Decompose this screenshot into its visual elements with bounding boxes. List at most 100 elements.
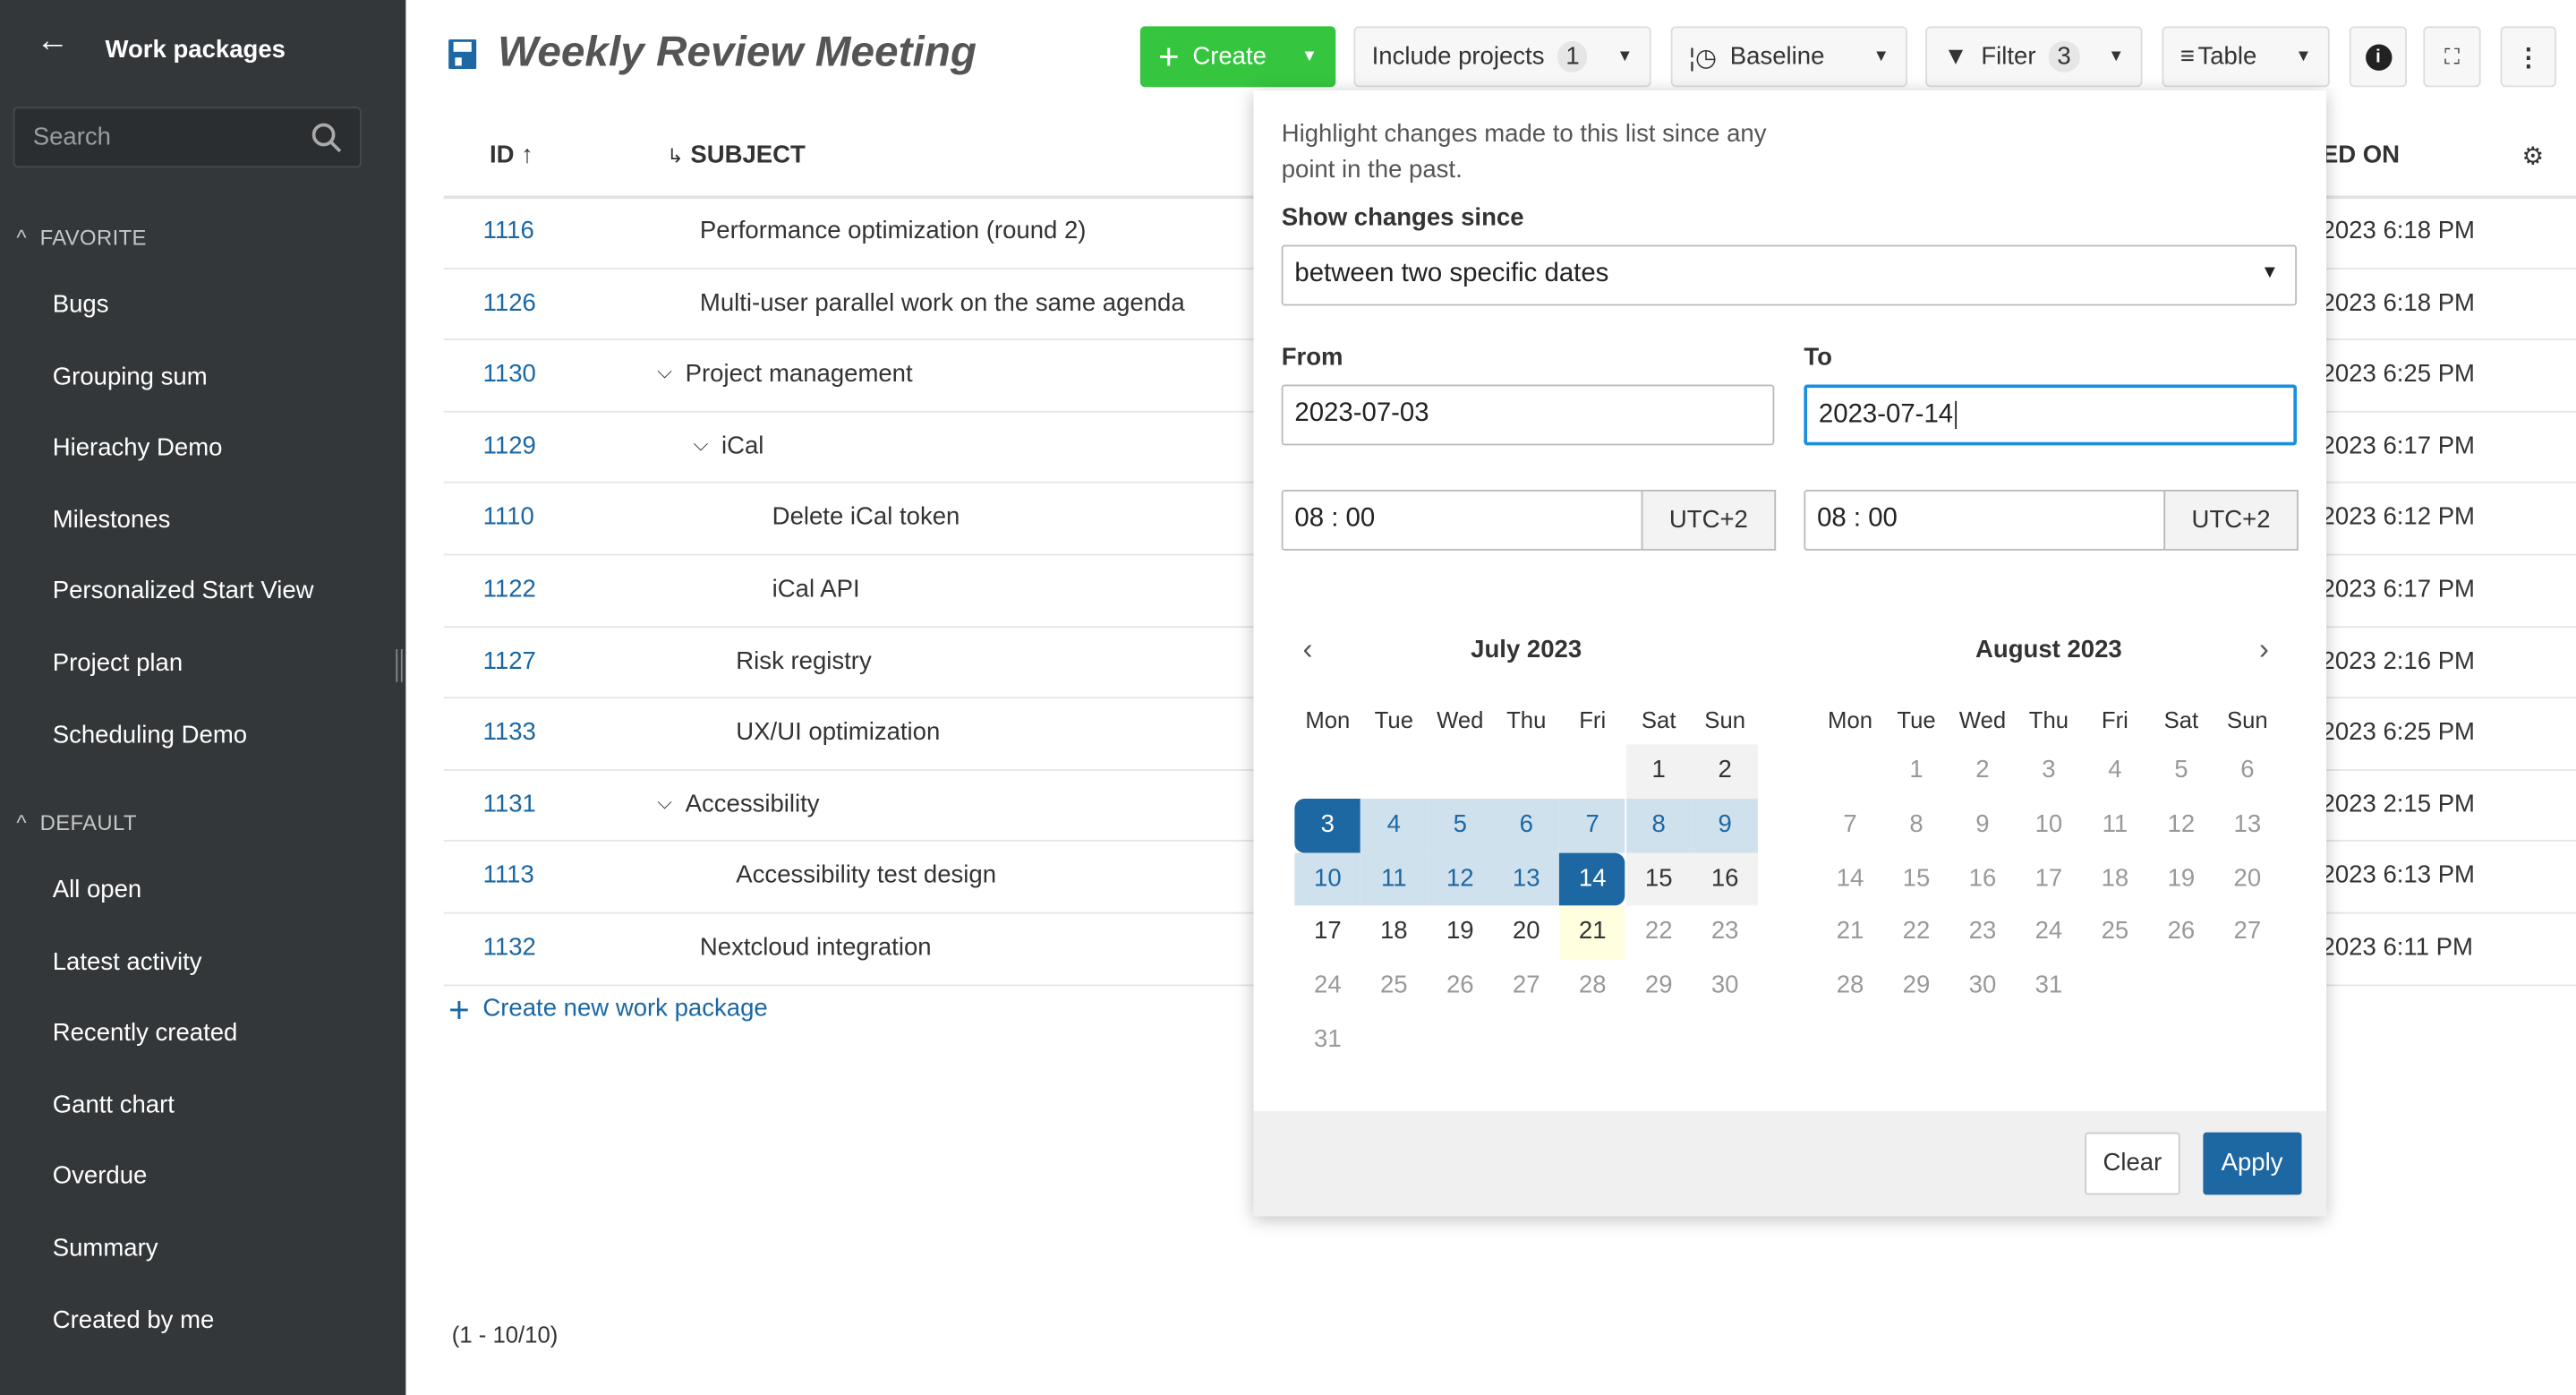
calendar-day[interactable]: 29 xyxy=(1625,960,1692,1014)
calendar-day[interactable]: 26 xyxy=(2148,906,2214,960)
calendar-day[interactable]: 7 xyxy=(1817,799,1883,852)
save-icon[interactable] xyxy=(448,39,477,70)
calendar-day[interactable]: 15 xyxy=(1625,852,1693,907)
to-date-input[interactable]: 2023-07-14 xyxy=(1804,384,2298,446)
calendar-day[interactable]: 3 xyxy=(2016,744,2082,798)
calendar-day[interactable]: 10 xyxy=(2016,799,2082,852)
column-header-id[interactable]: ID ↑ xyxy=(490,141,533,169)
chevron-down-icon[interactable]: ⌵ xyxy=(657,791,672,818)
calendar-day[interactable]: 13 xyxy=(2214,799,2281,852)
more-menu-button[interactable]: ⋮ xyxy=(2500,26,2557,88)
sidebar-item[interactable]: Project plan xyxy=(53,649,183,677)
calendar-day[interactable]: 22 xyxy=(1625,906,1692,960)
details-button[interactable]: i xyxy=(2349,26,2408,88)
sidebar-item[interactable]: Grouping sum xyxy=(53,363,208,390)
work-package-id-link[interactable]: 1116 xyxy=(483,217,534,244)
show-changes-select[interactable]: between two specific dates ▼ xyxy=(1281,244,2298,306)
sidebar-item[interactable]: Gantt chart xyxy=(53,1091,175,1118)
calendar-day[interactable]: 4 xyxy=(1361,798,1428,852)
calendar-day[interactable]: 25 xyxy=(2082,906,2148,960)
calendar-day[interactable]: 8 xyxy=(1883,799,1949,852)
sidebar-item[interactable]: Personalized Start View xyxy=(53,578,314,605)
sidebar-item[interactable]: Overdue xyxy=(53,1162,148,1190)
calendar-day[interactable]: 3 xyxy=(1294,798,1361,852)
apply-button[interactable]: Apply xyxy=(2203,1132,2301,1195)
work-package-id-link[interactable]: 1127 xyxy=(483,646,536,674)
calendar-day[interactable]: 25 xyxy=(1361,960,1427,1014)
calendar-day[interactable]: 28 xyxy=(1559,960,1625,1014)
calendar-day[interactable]: 16 xyxy=(1949,852,2016,906)
fullscreen-button[interactable]: ⛶ xyxy=(2423,26,2481,88)
sidebar-search-input[interactable]: Search xyxy=(13,107,362,168)
sidebar-item[interactable]: Scheduling Demo xyxy=(53,721,247,749)
sidebar-item[interactable]: Created by me xyxy=(53,1305,215,1333)
calendar-day[interactable]: 1 xyxy=(1625,744,1693,799)
work-package-id-link[interactable]: 1129 xyxy=(483,432,536,459)
calendar-day[interactable]: 20 xyxy=(1493,906,1559,960)
calendar-day[interactable]: 16 xyxy=(1692,852,1759,907)
calendar-day[interactable]: 19 xyxy=(2148,852,2214,906)
work-package-id-link[interactable]: 1131 xyxy=(483,791,536,818)
calendar-day[interactable]: 15 xyxy=(1883,852,1949,906)
calendar-day[interactable]: 30 xyxy=(1692,960,1758,1014)
calendar-day[interactable]: 20 xyxy=(2214,852,2281,906)
calendar-day[interactable]: 18 xyxy=(2082,852,2148,906)
calendar-day[interactable]: 5 xyxy=(1427,798,1494,852)
calendar-day[interactable]: 2 xyxy=(1949,744,2016,798)
sidebar-item[interactable]: Hierachy Demo xyxy=(53,434,223,462)
calendar-day[interactable]: 21 xyxy=(1559,906,1626,961)
sidebar-resize-handle[interactable] xyxy=(396,649,403,682)
column-header-subject[interactable]: ↳ SUBJECT xyxy=(667,141,806,169)
sidebar-item[interactable]: Summary xyxy=(53,1234,158,1262)
work-package-id-link[interactable]: 1113 xyxy=(483,862,534,890)
calendar-day[interactable]: 24 xyxy=(2016,906,2082,960)
chevron-down-icon[interactable]: ⌵ xyxy=(657,360,672,388)
baseline-button[interactable]: ¦◷ Baseline ▼ xyxy=(1670,26,1908,88)
calendar-day[interactable]: 7 xyxy=(1559,798,1626,852)
work-package-id-link[interactable]: 1132 xyxy=(483,934,536,962)
sidebar-item[interactable]: Recently created xyxy=(53,1019,238,1047)
work-package-id-link[interactable]: 1133 xyxy=(483,718,536,746)
work-package-id-link[interactable]: 1126 xyxy=(483,288,536,316)
calendar-day[interactable]: 6 xyxy=(2214,744,2281,798)
calendar-day[interactable]: 30 xyxy=(1949,960,2016,1014)
calendar-day[interactable]: 24 xyxy=(1294,960,1361,1014)
sidebar-item[interactable]: Latest activity xyxy=(53,947,202,975)
work-package-id-link[interactable]: 1130 xyxy=(483,360,536,388)
calendar-day[interactable]: 12 xyxy=(1427,852,1494,907)
calendar-day[interactable]: 1 xyxy=(1883,744,1949,798)
include-projects-button[interactable]: Include projects 1 ▼ xyxy=(1353,26,1651,88)
sidebar-section-favorite[interactable]: ^ FAVORITE xyxy=(16,225,146,250)
calendar-day[interactable]: 5 xyxy=(2148,744,2214,798)
create-button[interactable]: + Create ▼ xyxy=(1139,26,1336,88)
create-new-work-package-link[interactable]: + Create new work package xyxy=(448,992,768,1028)
calendar-day[interactable]: 31 xyxy=(2016,960,2082,1014)
back-arrow-icon[interactable]: ← xyxy=(36,23,69,61)
calendar-day[interactable]: 18 xyxy=(1361,906,1427,960)
calendar-day[interactable]: 4 xyxy=(2082,744,2148,798)
calendar-day[interactable]: 23 xyxy=(1949,906,2016,960)
calendar-day[interactable]: 28 xyxy=(1817,960,1883,1014)
calendar-day[interactable]: 17 xyxy=(1294,906,1361,960)
calendar-day[interactable]: 6 xyxy=(1493,798,1560,852)
search-icon[interactable] xyxy=(311,122,344,155)
calendar-day[interactable]: 10 xyxy=(1294,852,1361,907)
sidebar-item[interactable]: All open xyxy=(53,876,142,903)
calendar-day[interactable]: 9 xyxy=(1692,798,1759,852)
calendar-day[interactable]: 9 xyxy=(1949,799,2016,852)
to-time-input[interactable]: 08 : 00 xyxy=(1804,489,2166,551)
sidebar-item[interactable]: Milestones xyxy=(53,506,171,534)
clear-button[interactable]: Clear xyxy=(2085,1132,2180,1195)
from-time-input[interactable]: 08 : 00 xyxy=(1281,489,1643,551)
calendar-day[interactable]: 8 xyxy=(1625,798,1693,852)
calendar-day[interactable]: 29 xyxy=(1883,960,1949,1014)
calendar-day[interactable]: 22 xyxy=(1883,906,1949,960)
page-title[interactable]: Weekly Review Meeting xyxy=(498,26,977,77)
from-date-input[interactable]: 2023-07-03 xyxy=(1281,384,1775,446)
work-package-id-link[interactable]: 1110 xyxy=(483,503,534,531)
calendar-day[interactable]: 17 xyxy=(2016,852,2082,906)
calendar-day[interactable]: 27 xyxy=(2214,906,2281,960)
calendar-day[interactable]: 2 xyxy=(1692,744,1759,799)
calendar-day[interactable]: 27 xyxy=(1493,960,1559,1014)
chevron-down-icon[interactable]: ⌵ xyxy=(694,432,709,459)
